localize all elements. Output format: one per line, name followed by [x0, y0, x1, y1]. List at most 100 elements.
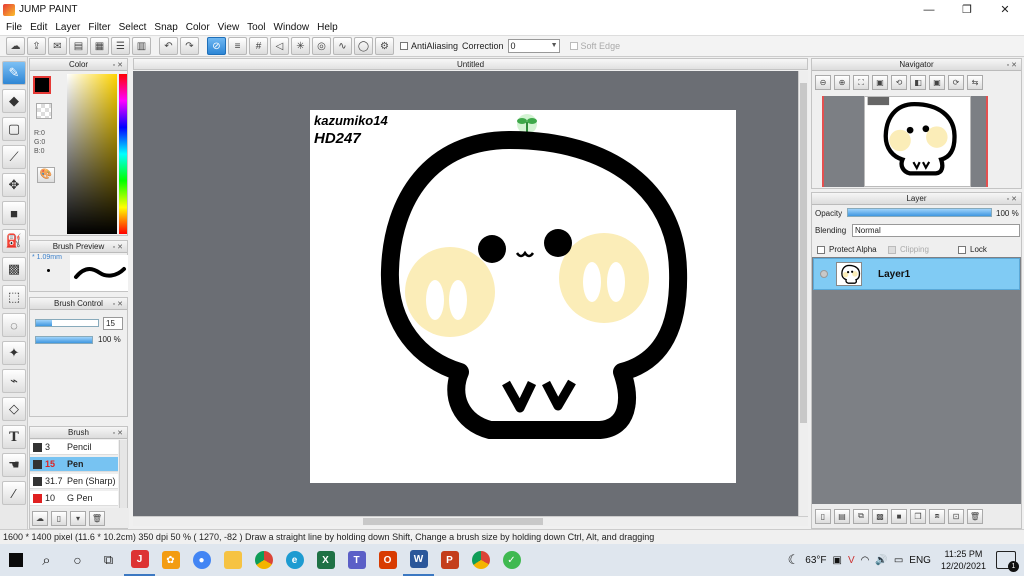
list-icon[interactable]: ☰ [111, 37, 130, 55]
correction-select[interactable]: 0 ▼ [507, 39, 560, 53]
magic-wand-tool-icon[interactable]: ✦ [2, 341, 26, 365]
cortana-icon[interactable]: ○ [62, 544, 93, 576]
brush-list-item[interactable]: 15 Pen [30, 457, 118, 472]
hand-tool-icon[interactable]: ☚ [2, 453, 26, 477]
new-brush-icon[interactable]: ▯ [51, 510, 67, 526]
rotate-left-icon[interactable]: ⟲ [891, 75, 907, 90]
delete-brush-icon[interactable]: 🗑 [89, 510, 105, 526]
tray-vivaldi-icon[interactable]: V [848, 555, 855, 566]
menu-help[interactable]: Help [313, 22, 342, 33]
snap-off-icon[interactable]: ⊘ [207, 37, 226, 55]
flip-icon[interactable]: ◧ [910, 75, 926, 90]
eraser-tool-icon[interactable]: ◆ [2, 89, 26, 113]
zoom-out-icon[interactable]: ⊖ [815, 75, 831, 90]
eyedropper-tool-icon[interactable]: ⁄ [2, 481, 26, 505]
menu-snap[interactable]: Snap [150, 22, 181, 33]
snap-parallel-icon[interactable]: ≡ [228, 37, 247, 55]
brush-opacity-slider[interactable] [35, 336, 93, 344]
menu-edit[interactable]: Edit [26, 22, 51, 33]
taskbar-edge[interactable]: e [279, 544, 310, 576]
canvas-tab[interactable]: Untitled [133, 58, 808, 70]
layer-opacity-slider[interactable] [847, 208, 992, 217]
brush-cloud-icon[interactable]: ☁ [32, 510, 48, 526]
snap-ellipse-icon[interactable]: ◯ [354, 37, 373, 55]
clear-layer-icon[interactable]: ⊡ [948, 508, 964, 524]
background-color-swatch[interactable] [36, 103, 52, 119]
panel-controls-icon[interactable]: ▫✕ [113, 60, 125, 71]
clock[interactable]: 11:25 PM 12/20/2021 [941, 548, 986, 572]
menu-tool[interactable]: Tool [243, 22, 269, 33]
maximize-button[interactable]: ❐ [948, 0, 986, 19]
protect-alpha-toggle[interactable]: Protect Alpha [817, 245, 877, 254]
canvas-vertical-scrollbar[interactable] [798, 71, 808, 516]
lasso-tool-icon[interactable]: ◌ [2, 313, 26, 337]
taskbar-chrome[interactable] [248, 544, 279, 576]
select-rect-tool-icon[interactable]: ⬚ [2, 285, 26, 309]
menu-filter[interactable]: Filter [84, 22, 114, 33]
weather-temp[interactable]: 63°F [805, 555, 826, 566]
fit-window-icon[interactable]: ⛶ [853, 75, 869, 90]
lock-checkbox[interactable] [958, 245, 966, 254]
taskbar-teams[interactable]: T [341, 544, 372, 576]
fill-shape-tool-icon[interactable]: ■ [2, 201, 26, 225]
panel-controls-icon[interactable]: ▫✕ [113, 299, 125, 310]
brush-settings-icon[interactable]: ▾ [70, 510, 86, 526]
folder-icon[interactable]: ■ [891, 508, 907, 524]
brush-list-scrollbar[interactable] [119, 440, 127, 508]
new-layer-folder-icon[interactable]: ▤ [834, 508, 850, 524]
taskbar-jumppaint[interactable]: J [124, 544, 155, 576]
task-view-icon[interactable]: ⧉ [93, 544, 124, 576]
layer-name[interactable]: Layer1 [878, 269, 910, 280]
merge-layer-icon[interactable]: ⧈ [929, 508, 945, 524]
taskbar-chrome-alt[interactable]: ● [186, 544, 217, 576]
select-eraser-tool-icon[interactable]: ◇ [2, 397, 26, 421]
gradient-tool-icon[interactable]: ▩ [2, 257, 26, 281]
grid-icon[interactable]: ▦ [90, 37, 109, 55]
lock-toggle[interactable]: Lock [958, 245, 987, 254]
battery-icon[interactable]: ▭ [894, 555, 903, 566]
undo-icon[interactable]: ↶ [159, 37, 178, 55]
brush-size-input[interactable]: 15 [103, 317, 123, 330]
cloud-icon[interactable]: ☁ [6, 37, 25, 55]
start-button[interactable] [0, 544, 31, 576]
taskbar-app-orange[interactable]: ✿ [155, 544, 186, 576]
weather-moon-icon[interactable]: ☾ [788, 552, 800, 568]
visibility-toggle-icon[interactable] [820, 270, 828, 278]
panel-controls-icon[interactable]: ▫✕ [113, 242, 125, 253]
panel-controls-icon[interactable]: ▫✕ [113, 428, 125, 439]
brush-list-item[interactable]: 31.7 Pen (Sharp) [30, 474, 118, 489]
canvas-workspace[interactable]: kazumiko14 HD247 [133, 71, 798, 516]
notification-icon[interactable]: 1 [996, 551, 1019, 572]
line-tool-icon[interactable]: ⟋ [2, 145, 26, 169]
screentone-layer-icon[interactable]: ▩ [872, 508, 888, 524]
foreground-color-swatch[interactable] [33, 76, 51, 94]
saturation-value-picker[interactable] [67, 74, 117, 234]
minimize-button[interactable]: — [910, 0, 948, 19]
taskbar-excel[interactable]: X [310, 544, 341, 576]
fit-screen-icon[interactable]: ▣ [929, 75, 945, 90]
pen-tool-icon[interactable]: ✎ [2, 61, 26, 85]
taskbar-file-explorer[interactable] [217, 544, 248, 576]
soft-edge-checkbox[interactable] [569, 42, 578, 50]
taskbar-office[interactable]: O [372, 544, 403, 576]
menu-file[interactable]: File [2, 22, 26, 33]
move-tool-icon[interactable]: ✥ [2, 173, 26, 197]
comment-icon[interactable]: ✉ [48, 37, 67, 55]
duplicate-layer-icon[interactable]: ❐ [910, 508, 926, 524]
copy-layer-icon[interactable]: ⧉ [853, 508, 869, 524]
close-button[interactable]: ✕ [986, 0, 1024, 19]
snap-cross-icon[interactable]: # [249, 37, 268, 55]
antialiasing-checkbox[interactable] [400, 42, 408, 50]
clipping-toggle[interactable]: Clipping [888, 245, 929, 254]
taskbar-word[interactable]: W [403, 544, 434, 576]
clipping-checkbox[interactable] [888, 245, 896, 254]
bucket-tool-icon[interactable]: ⛽ [2, 229, 26, 253]
menu-select[interactable]: Select [115, 22, 151, 33]
brush-list-item[interactable]: 3 Pencil [30, 440, 118, 455]
layer-row[interactable]: Layer1 [813, 258, 1020, 290]
select-pen-tool-icon[interactable]: ⌁ [2, 369, 26, 393]
snap-radial-icon[interactable]: ✳ [291, 37, 310, 55]
taskbar-app-green[interactable]: ✓ [496, 544, 527, 576]
tray-app-icon[interactable]: ▣ [833, 555, 842, 566]
protect-alpha-checkbox[interactable] [817, 245, 825, 254]
